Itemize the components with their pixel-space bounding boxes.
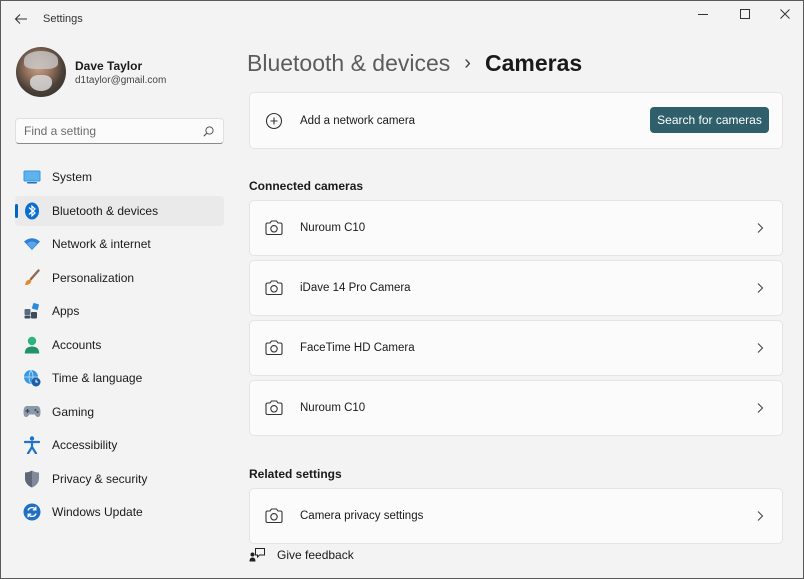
page-title: Cameras: [484, 49, 583, 76]
sidebar-item-label: Apps: [52, 304, 80, 318]
sidebar-item-label: Windows Update: [52, 505, 143, 519]
settings-window: Settings Dave Taylor d1taylor@gmail.com …: [0, 0, 804, 579]
user-email: d1taylor@gmail.com: [75, 75, 167, 86]
camera-list-item[interactable]: Nuroum C10: [249, 380, 783, 436]
search-for-cameras-button[interactable]: Search for cameras: [650, 107, 769, 133]
person-icon: [23, 336, 41, 354]
camera-icon: [264, 398, 284, 418]
sidebar-item-apps[interactable]: Apps: [15, 296, 224, 326]
system-icon: [23, 168, 41, 186]
camera-icon: [264, 278, 284, 298]
feedback-icon: [249, 547, 265, 563]
give-feedback-link[interactable]: Give feedback: [249, 546, 354, 564]
camera-name: Nuroum C10: [300, 222, 366, 234]
related-settings-heading: Related settings: [249, 467, 342, 481]
camera-icon: [264, 506, 284, 526]
sidebar-item-privacy-security[interactable]: Privacy & security: [15, 464, 224, 494]
camera-name: Nuroum C10: [300, 402, 366, 414]
gamepad-icon: [23, 403, 41, 421]
back-button[interactable]: [9, 7, 33, 31]
user-name: Dave Taylor: [75, 59, 143, 73]
bluetooth-icon: [23, 202, 41, 220]
title-bar: Settings: [1, 1, 803, 37]
sidebar-item-gaming[interactable]: Gaming: [15, 397, 224, 427]
camera-list-item[interactable]: Nuroum C10: [249, 200, 783, 256]
update-icon: [23, 503, 41, 521]
sidebar-item-label: Network & internet: [52, 237, 151, 251]
minimize-button[interactable]: [685, 1, 721, 27]
maximize-icon: [740, 9, 750, 19]
sidebar-item-label: System: [52, 170, 93, 184]
camera-privacy-settings-link[interactable]: Camera privacy settings: [249, 488, 783, 544]
avatar-beard: [30, 75, 52, 91]
sidebar-item-accessibility[interactable]: Accessibility: [15, 430, 224, 460]
sidebar-nav: System Bluetooth & devices Network & int…: [15, 162, 224, 531]
breadcrumb-separator: ›: [464, 51, 471, 74]
search-box[interactable]: [15, 118, 224, 144]
breadcrumb: Bluetooth & devices › Cameras: [247, 47, 582, 79]
shield-icon: [23, 470, 41, 488]
sidebar-item-label: Time & language: [52, 371, 143, 385]
sidebar-item-label: Accessibility: [52, 438, 118, 452]
search-input[interactable]: [24, 124, 201, 138]
chevron-right-icon: [750, 398, 770, 418]
sidebar-item-time-language[interactable]: Time & language: [15, 363, 224, 393]
sidebar-item-label: Bluetooth & devices: [52, 203, 159, 218]
camera-list-item[interactable]: FaceTime HD Camera: [249, 320, 783, 376]
sidebar-item-bluetooth[interactable]: Bluetooth & devices: [15, 195, 224, 226]
accessibility-icon: [23, 436, 41, 454]
sidebar-item-system[interactable]: System: [15, 162, 224, 192]
sidebar-item-label: Accounts: [52, 337, 102, 352]
wifi-icon: [23, 235, 41, 253]
sidebar-item-label: Gaming: [52, 404, 95, 419]
camera-name: iDave 14 Pro Camera: [300, 282, 411, 294]
camera-name: FaceTime HD Camera: [300, 342, 415, 354]
back-arrow-icon: [14, 14, 27, 24]
camera-icon: [264, 218, 284, 238]
breadcrumb-parent-link[interactable]: Bluetooth & devices: [247, 50, 450, 77]
close-button[interactable]: [767, 1, 803, 27]
chevron-right-icon: [750, 338, 770, 358]
camera-list-item[interactable]: iDave 14 Pro Camera: [249, 260, 783, 316]
sidebar-item-label: Privacy & security: [52, 471, 148, 486]
related-setting-label: Camera privacy settings: [300, 510, 424, 522]
avatar-hair: [24, 51, 58, 69]
sidebar-item-network[interactable]: Network & internet: [15, 229, 224, 259]
app-title: Settings: [43, 13, 83, 25]
camera-icon: [264, 338, 284, 358]
minimize-icon: [698, 14, 708, 15]
sidebar-item-label: Personalization: [52, 270, 135, 285]
globe-clock-icon: [23, 369, 41, 387]
brush-icon: [23, 268, 41, 287]
sidebar-item-accounts[interactable]: Accounts: [15, 330, 224, 360]
apps-icon: [23, 302, 41, 320]
chevron-right-icon: [750, 506, 770, 526]
sidebar-item-personalization[interactable]: Personalization: [15, 263, 224, 293]
chevron-right-icon: [750, 218, 770, 238]
give-feedback-label: Give feedback: [277, 548, 354, 562]
add-network-camera-card: Add a network camera Search for cameras: [249, 92, 783, 149]
add-circle-icon: [264, 111, 284, 131]
maximize-button[interactable]: [727, 1, 763, 27]
sidebar-item-windows-update[interactable]: Windows Update: [15, 497, 224, 527]
connected-cameras-heading: Connected cameras: [249, 179, 364, 193]
avatar[interactable]: [16, 47, 66, 97]
close-icon: [780, 9, 790, 19]
chevron-right-icon: [750, 278, 770, 298]
search-icon: [201, 124, 215, 138]
